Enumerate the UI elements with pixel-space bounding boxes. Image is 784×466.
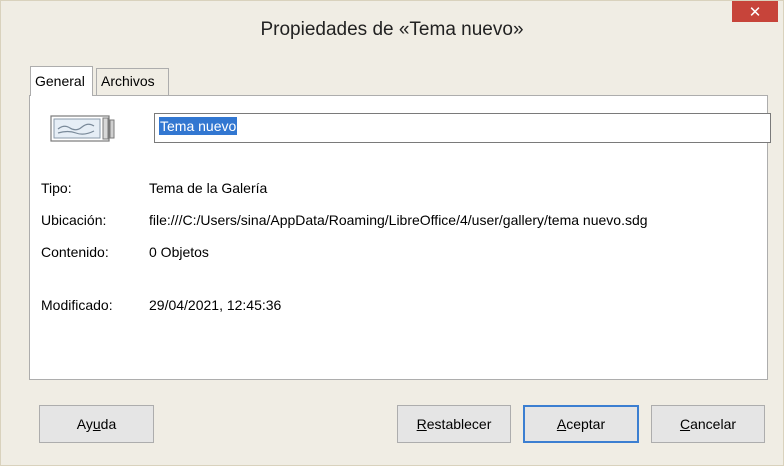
close-icon: ✕ — [748, 3, 762, 21]
ok-button[interactable]: Aceptar — [523, 405, 639, 443]
close-button[interactable]: ✕ — [732, 1, 778, 22]
theme-name-input[interactable]: Tema nuevo — [154, 113, 771, 143]
modified-value: 29/04/2021, 12:45:36 — [149, 297, 282, 313]
location-value: file:///C:/Users/sina/AppData/Roaming/Li… — [149, 212, 648, 228]
type-value: Tema de la Galería — [149, 180, 268, 196]
general-panel: Tema nuevo Tipo: Tema de la Galería Ubic… — [29, 95, 771, 380]
gallery-theme-icon — [50, 115, 115, 142]
location-label: Ubicación: — [41, 212, 107, 228]
title-bar[interactable]: Propiedades de «Tema nuevo» ✕ — [1, 1, 783, 59]
reset-button[interactable]: Restablecer — [397, 405, 511, 443]
selected-text: Tema nuevo — [159, 117, 238, 135]
contents-label: Contenido: — [41, 244, 109, 260]
properties-dialog: Propiedades de «Tema nuevo» ✕ General Ar… — [0, 0, 784, 466]
help-button[interactable]: Ay u da — [39, 405, 154, 443]
cancel-button[interactable]: Cancelar — [651, 405, 765, 443]
tab-general[interactable]: General — [30, 66, 93, 96]
window-title: Propiedades de «Tema nuevo» — [260, 19, 524, 40]
type-label: Tipo: — [41, 180, 72, 196]
tab-archivos[interactable]: Archivos — [96, 68, 169, 95]
modified-label: Modificado: — [41, 297, 113, 313]
contents-value: 0 Objetos — [149, 244, 209, 260]
